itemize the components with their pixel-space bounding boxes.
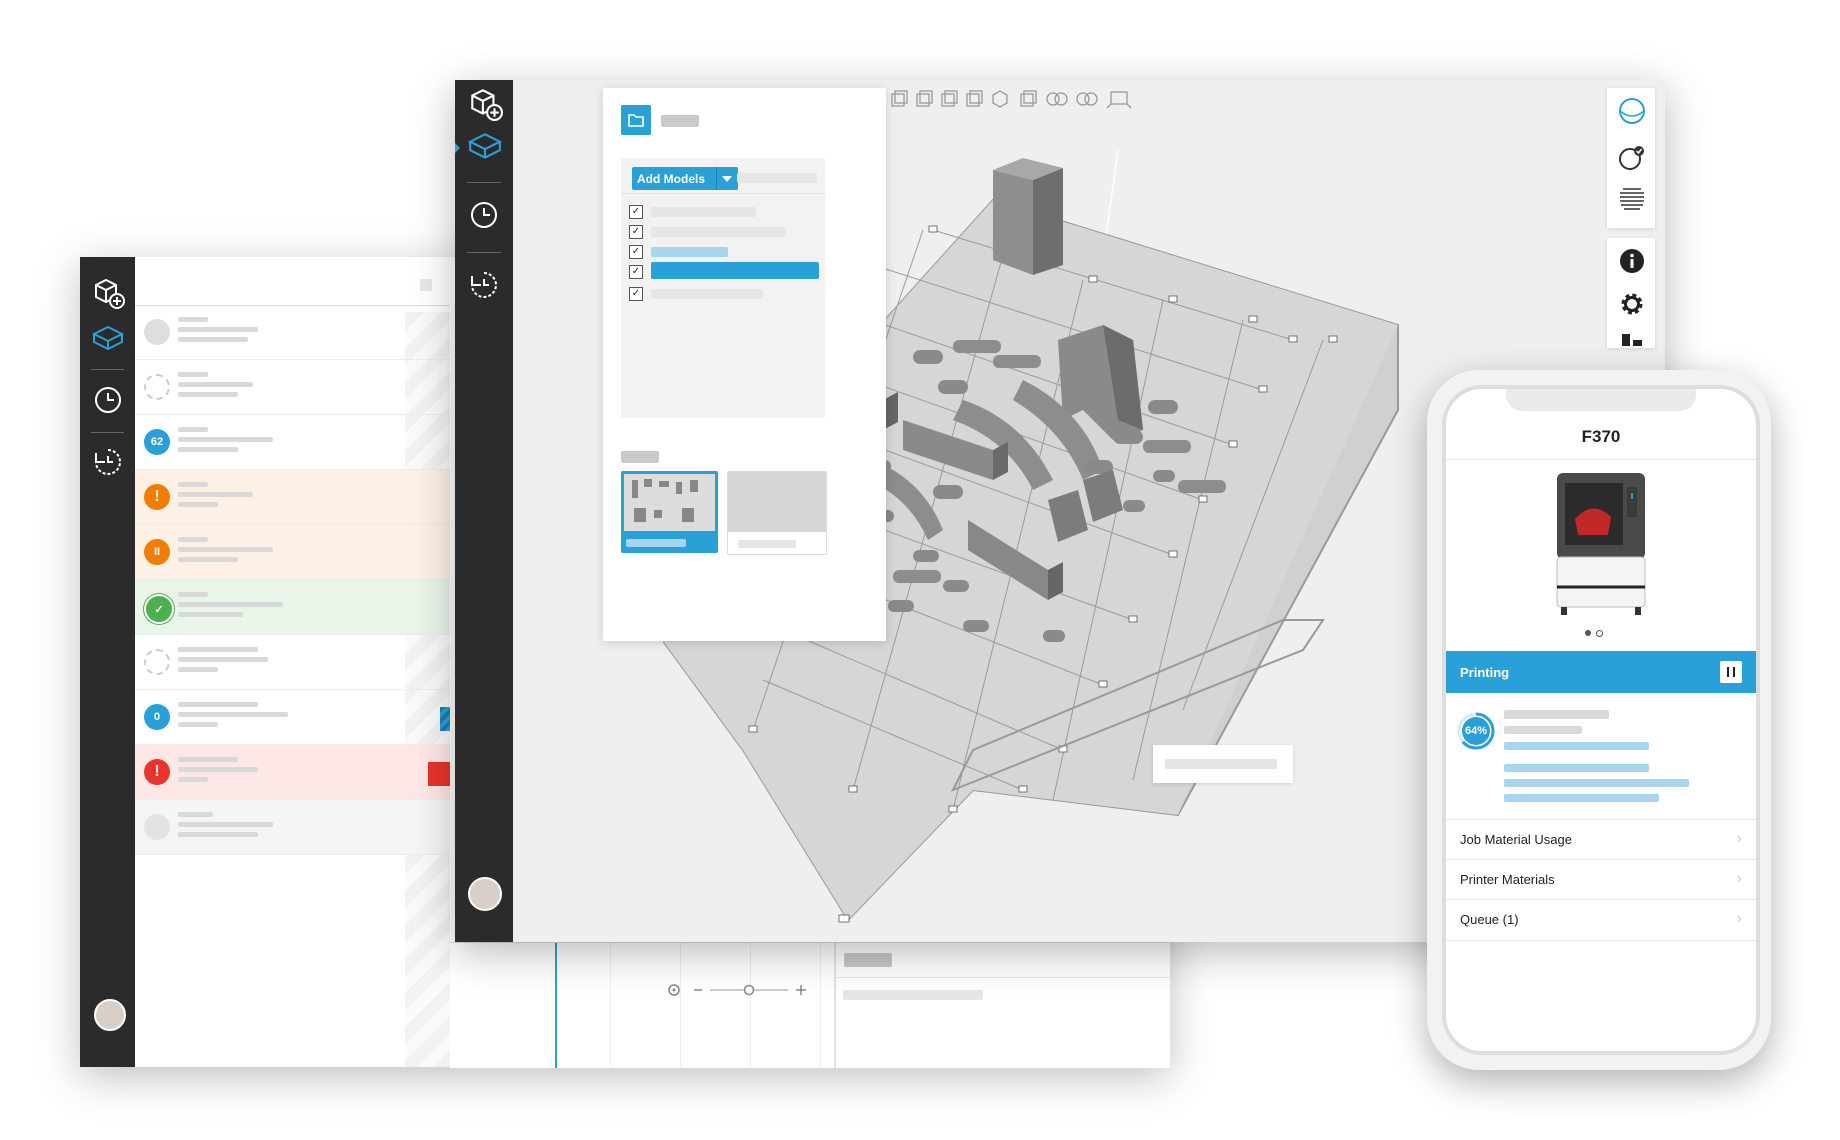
timer-check-icon[interactable] — [1617, 143, 1647, 173]
timeline-now-line — [555, 943, 557, 1068]
job-row[interactable] — [135, 635, 450, 690]
status-queued-icon: 62 — [144, 429, 170, 455]
chevron-right-icon: › — [1736, 910, 1742, 927]
chevron-down-icon[interactable] — [722, 176, 732, 182]
job-row[interactable]: ! — [135, 470, 450, 525]
status-queued-icon: 0 — [144, 704, 170, 730]
header-checkbox[interactable] — [420, 279, 432, 291]
printer-image — [1556, 473, 1646, 615]
folder-button[interactable] — [621, 105, 651, 135]
job-row[interactable] — [135, 800, 450, 855]
add-model-cube-icon[interactable] — [467, 85, 503, 121]
plate-thumbnail-image — [632, 479, 698, 522]
history-icon[interactable] — [93, 447, 123, 477]
model-part — [993, 170, 1033, 275]
printer-name: F370 — [1581, 427, 1621, 446]
build-tray-icon[interactable] — [467, 131, 503, 163]
carousel-dot-active[interactable] — [1585, 630, 1591, 636]
clock-icon[interactable] — [93, 385, 123, 415]
models-panel: Add Models ✓ ✓ ✓ ✓ ✓ — [603, 88, 886, 641]
timeline-bar[interactable] — [440, 707, 450, 731]
job-row[interactable] — [135, 360, 450, 415]
error-icon: ! — [144, 759, 170, 785]
menu-item-label: Queue (1) — [1460, 912, 1519, 927]
view-tool-group — [1607, 88, 1655, 228]
info-icon[interactable] — [1619, 248, 1645, 274]
add-model-cube-icon[interactable] — [91, 275, 125, 309]
phone-screen: F370 Printing 64% Job Material Usage › P… — [1442, 385, 1760, 1055]
offline-icon — [144, 814, 170, 840]
model-part — [1033, 168, 1063, 275]
status-box — [1153, 745, 1293, 783]
detail-header — [836, 943, 1170, 978]
menu-item-label: Printer Materials — [1460, 872, 1555, 887]
pause-button[interactable] — [1720, 661, 1742, 683]
folder-icon — [628, 114, 644, 127]
gear-icon[interactable] — [1618, 290, 1646, 318]
front-nav-rail — [455, 80, 513, 942]
model-checkbox[interactable]: ✓ — [629, 245, 643, 259]
rail-divider — [91, 369, 124, 370]
model-checkbox[interactable]: ✓ — [629, 225, 643, 239]
job-row[interactable] — [135, 305, 450, 360]
menu-item-job-material-usage[interactable]: Job Material Usage › — [1446, 819, 1756, 860]
chevron-right-icon: › — [1736, 830, 1742, 847]
timeline-bar-error[interactable] — [428, 762, 450, 786]
layout-icon[interactable] — [1621, 332, 1643, 348]
layers-icon[interactable] — [1617, 183, 1647, 213]
model-checkbox[interactable]: ✓ — [629, 205, 643, 219]
back-nav-rail — [80, 257, 135, 1067]
build-tray-icon[interactable] — [91, 324, 125, 354]
job-row[interactable]: 62 — [135, 415, 450, 470]
avatar[interactable] — [94, 999, 126, 1031]
phone-device: F370 Printing 64% Job Material Usage › P… — [1427, 370, 1771, 1070]
warning-icon: ! — [144, 484, 170, 510]
add-models-button[interactable]: Add Models — [632, 167, 738, 190]
menu-item-printer-materials[interactable]: Printer Materials › — [1446, 859, 1756, 900]
timeline-panel — [450, 942, 1170, 1068]
printing-status-bar[interactable]: Printing — [1446, 651, 1756, 693]
progress-label: 64% — [1464, 725, 1488, 737]
clock-icon[interactable] — [469, 200, 499, 230]
job-row[interactable]: ✓ — [135, 580, 450, 635]
model-checkbox[interactable]: ✓ — [629, 265, 643, 279]
view-toolbar[interactable] — [863, 88, 1143, 110]
status-idle-icon — [144, 319, 170, 345]
status-label: Printing — [1460, 665, 1510, 680]
model-checkbox[interactable]: ✓ — [629, 287, 643, 301]
zoom-controls[interactable] — [666, 980, 816, 1003]
selected-model-row[interactable] — [651, 262, 819, 279]
status-pending-icon — [144, 374, 170, 400]
status-pending-icon — [144, 649, 170, 675]
chevron-right-icon: › — [1736, 870, 1742, 887]
job-row[interactable]: ! — [135, 745, 450, 800]
job-row[interactable]: II — [135, 525, 450, 580]
job-list-header — [135, 257, 450, 306]
job-row[interactable]: 0 — [135, 690, 450, 745]
avatar[interactable] — [468, 877, 502, 911]
pause-icon — [1727, 667, 1729, 677]
rail-divider — [91, 432, 124, 433]
menu-item-queue[interactable]: Queue (1) › — [1446, 899, 1756, 941]
complete-check-icon: ✓ — [144, 594, 174, 624]
pause-icon: II — [144, 539, 170, 565]
menu-item-label: Job Material Usage — [1460, 832, 1572, 847]
add-models-label: Add Models — [637, 172, 705, 186]
settings-tool-group — [1607, 238, 1655, 348]
plate-thumbnail[interactable] — [727, 471, 827, 555]
history-icon[interactable] — [469, 270, 499, 300]
active-indicator — [455, 143, 460, 153]
model-list — [621, 158, 825, 418]
globe-icon[interactable] — [1617, 96, 1647, 126]
carousel-dot[interactable] — [1596, 630, 1603, 637]
phone-notch — [1506, 389, 1696, 411]
plate-thumbnail-selected[interactable] — [621, 471, 718, 553]
